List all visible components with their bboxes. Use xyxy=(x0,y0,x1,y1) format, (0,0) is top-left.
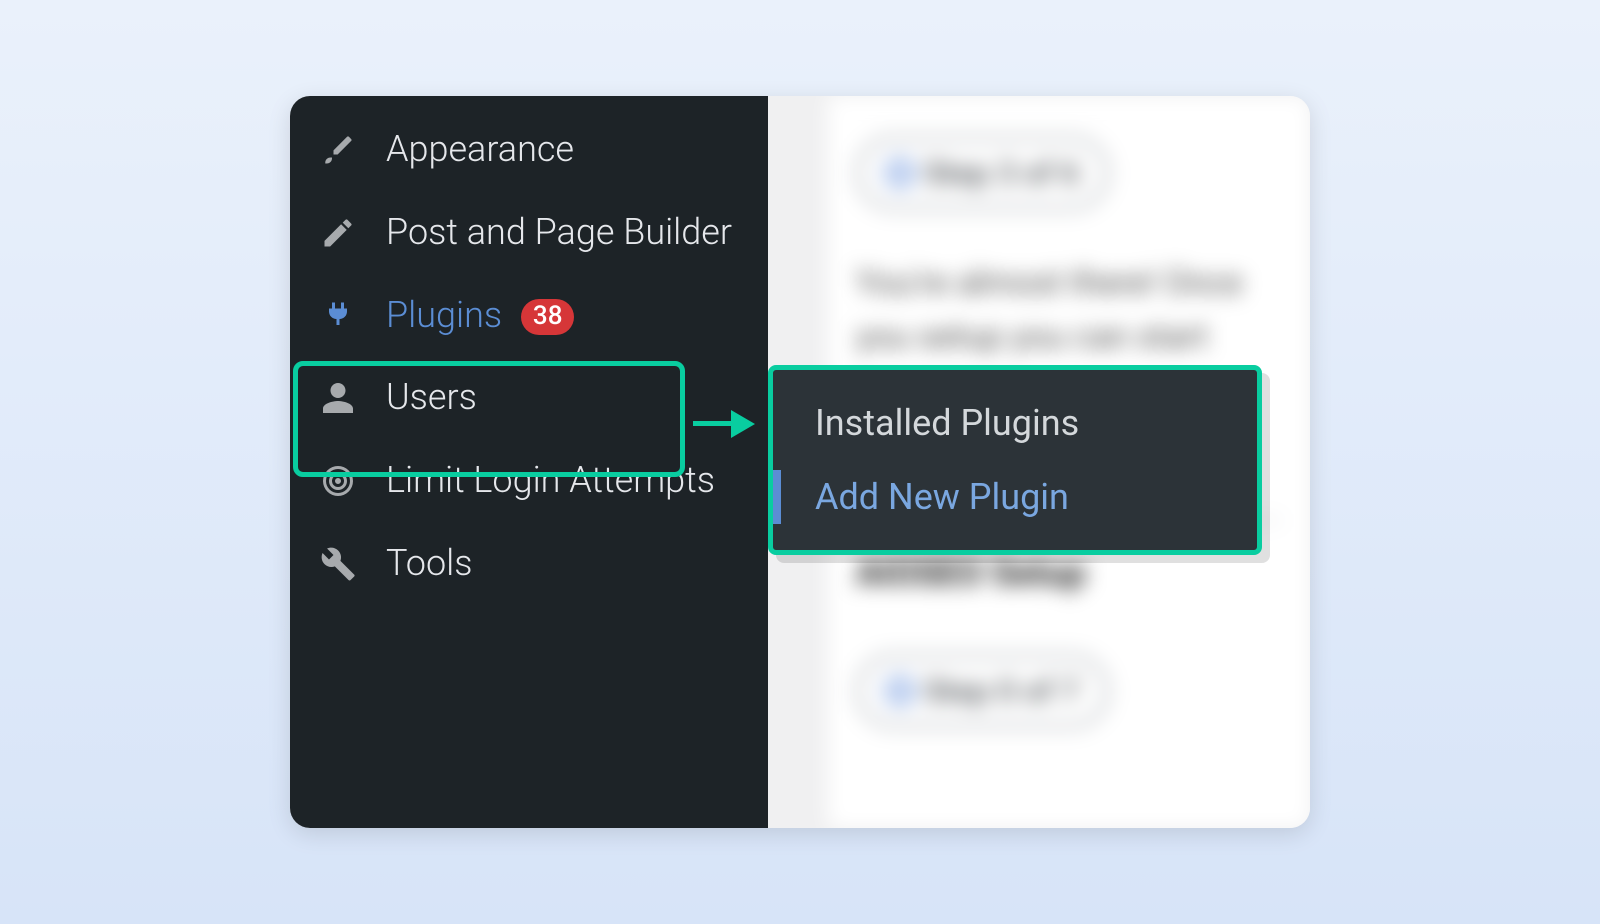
progress-dot-icon xyxy=(886,159,914,187)
step-pill-top: Step 3 of 6 xyxy=(856,136,1109,210)
user-icon xyxy=(318,378,358,418)
screenshot-card: Step 3 of 6 You're almost there! Once yo… xyxy=(290,96,1310,828)
sidebar-item-limit-login[interactable]: Limit Login Attempts xyxy=(290,439,768,522)
paintbrush-icon xyxy=(318,130,358,170)
progress-dot-icon xyxy=(886,677,914,705)
sidebar-item-label: Appearance xyxy=(386,126,740,173)
target-icon xyxy=(318,461,358,501)
plug-icon xyxy=(318,296,358,336)
sidebar-item-appearance[interactable]: Appearance xyxy=(290,108,768,191)
sidebar-item-label: Users xyxy=(386,374,740,421)
sidebar-item-tools[interactable]: Tools xyxy=(290,522,768,605)
plugins-text: Plugins xyxy=(386,294,502,336)
submenu-label: Add New Plugin xyxy=(815,476,1069,518)
sidebar-item-post-page-builder[interactable]: Post and Page Builder xyxy=(290,191,768,274)
plugins-submenu: Installed Plugins Add New Plugin xyxy=(768,365,1262,555)
step-text-top: Step 3 of 6 xyxy=(924,154,1079,192)
submenu-label: Installed Plugins xyxy=(815,402,1079,444)
sidebar-item-label: Limit Login Attempts xyxy=(386,457,740,504)
section-title: AIOSEO Setup xyxy=(856,552,1282,594)
step-text-bottom: Step 0 of 7 xyxy=(924,672,1079,710)
step-pill-bottom: Step 0 of 7 xyxy=(856,654,1109,728)
submenu-item-installed-plugins[interactable]: Installed Plugins xyxy=(773,386,1257,460)
admin-sidebar: Appearance Post and Page Builder Plugins… xyxy=(290,96,768,828)
submenu-item-add-new-plugin[interactable]: Add New Plugin xyxy=(773,460,1257,534)
sidebar-item-label: Tools xyxy=(386,540,740,587)
sidebar-item-users[interactable]: Users xyxy=(290,356,768,439)
sidebar-item-label: Plugins 38 xyxy=(386,292,740,339)
wrench-icon xyxy=(318,544,358,584)
pencil-icon xyxy=(318,213,358,253)
update-count-badge: 38 xyxy=(521,299,575,335)
sidebar-item-plugins[interactable]: Plugins 38 xyxy=(290,274,768,357)
sidebar-item-label: Post and Page Builder xyxy=(386,209,740,256)
